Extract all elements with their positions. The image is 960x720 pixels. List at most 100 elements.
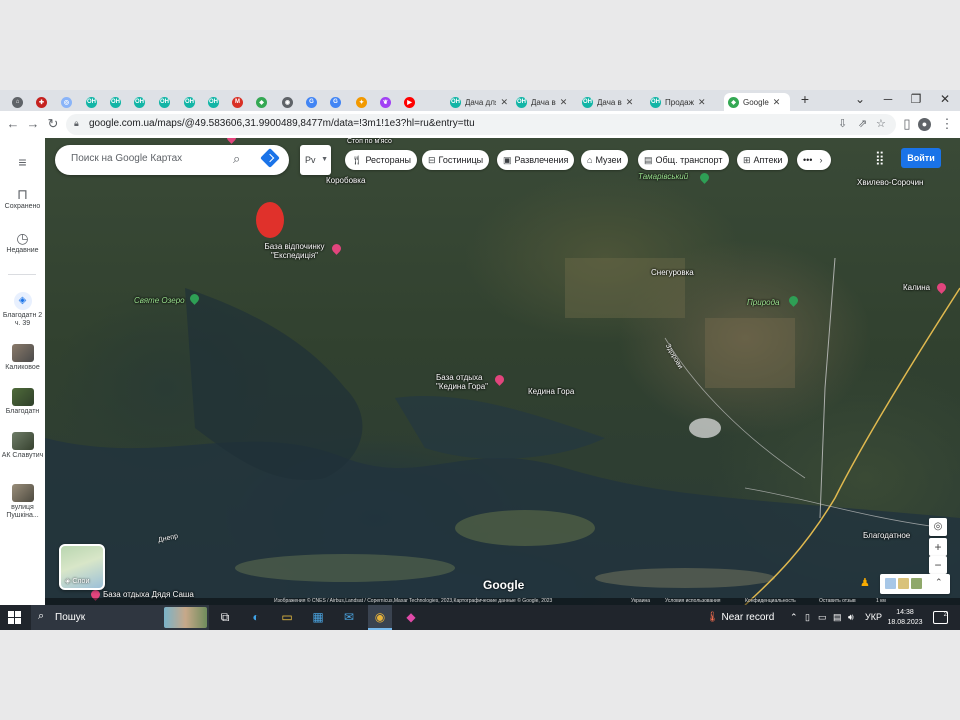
place-label[interactable]: База отдыха "Кедина Гора" — [436, 373, 498, 391]
search-box[interactable]: ⌕ — [55, 145, 289, 175]
chip-more[interactable]: ••• › — [797, 150, 831, 170]
menu-button[interactable]: ≡ — [0, 154, 45, 170]
browser-tab[interactable]: OH — [180, 93, 200, 111]
zoom-out-button[interactable]: − — [929, 556, 947, 574]
browser-tab[interactable]: ✦ — [352, 93, 372, 111]
place-label[interactable]: Благодатное — [863, 531, 910, 540]
network-icon[interactable]: ▤ — [833, 612, 842, 623]
browser-tab[interactable]: ◉ — [278, 93, 298, 111]
browser-tab[interactable]: OH — [155, 93, 175, 111]
sidepanel-icon[interactable]: ▯ — [899, 116, 915, 132]
place-label[interactable]: Снегуровка — [651, 268, 694, 277]
place-label[interactable]: Кедина Гора — [528, 387, 574, 396]
scale-label[interactable]: 1 км — [876, 598, 886, 605]
chrome-menu-icon[interactable]: ⋮ — [939, 116, 955, 132]
route-dropdown[interactable]: Рv ▼ — [300, 145, 331, 175]
place-label[interactable]: Калина — [903, 283, 930, 292]
browser-tab[interactable]: OH Дача в ✕ — [578, 93, 644, 111]
close-tab-icon[interactable]: ✕ — [626, 97, 634, 108]
chip-transit[interactable]: ▤ Общ. транспорт — [638, 150, 729, 170]
close-tab-icon[interactable]: ✕ — [698, 97, 706, 108]
browser-tab[interactable]: OH — [130, 93, 150, 111]
place-label[interactable]: Природа — [747, 298, 779, 307]
weather-widget[interactable]: 🌡︎ Near record — [706, 612, 774, 623]
sidebar-item-recent-place[interactable]: ◈ Благодатн 2 ч. 39 — [0, 292, 45, 328]
browser-tab[interactable]: OH Дача для ✕ — [446, 93, 512, 111]
browser-tab[interactable]: G — [326, 93, 346, 111]
place-label[interactable]: Хвилево-Сорочин — [857, 178, 923, 187]
task-view-icon[interactable]: ⧉ — [213, 605, 237, 630]
chip-hotels[interactable]: ⊟ Гостиницы — [422, 150, 490, 170]
store-icon[interactable]: ▦ — [306, 605, 330, 630]
install-icon[interactable]: ⇩ — [838, 117, 847, 130]
url-text[interactable]: google.com.ua/maps/@49.583606,31.9900489… — [89, 118, 475, 129]
sidebar-item-recent-place[interactable]: Каликовое — [0, 344, 45, 372]
lock-icon[interactable]: 🔒︎ — [74, 118, 79, 129]
browser-tab[interactable]: ◎ — [57, 93, 77, 111]
close-tab-icon[interactable]: ✕ — [773, 97, 781, 108]
imagery-selector[interactable]: ⌃ — [880, 574, 950, 594]
place-label[interactable]: Святе Озеро — [134, 296, 185, 305]
app-drop-icon[interactable]: ◆ — [399, 605, 423, 630]
imagery-tile[interactable] — [898, 578, 909, 589]
chip-restaurants[interactable]: 🍴︎ Рестораны — [345, 150, 418, 170]
browser-tab[interactable]: OH Продаж ✕ — [646, 93, 724, 111]
layers-button[interactable]: ◈ Слои — [59, 544, 105, 590]
omnibox[interactable]: 🔒︎ google.com.ua/maps/@49.583606,31.9900… — [66, 114, 896, 135]
sidebar-item-recent-place[interactable]: АК Славутич — [0, 432, 45, 460]
reload-icon[interactable]: ↻ — [45, 116, 61, 132]
directions-icon[interactable] — [260, 148, 280, 168]
expand-icon[interactable]: ⌃ — [935, 577, 943, 588]
browser-tab[interactable]: ◆ Google ✕ — [724, 93, 790, 111]
login-button[interactable]: Войти — [901, 148, 941, 168]
language-indicator[interactable]: УКР — [865, 612, 882, 622]
forward-icon[interactable]: → — [25, 116, 41, 131]
mail-icon[interactable]: ✉ — [337, 605, 361, 630]
imagery-tile[interactable] — [911, 578, 922, 589]
search-icon[interactable]: ⌕ — [233, 151, 240, 167]
chrome-icon[interactable]: ◉ — [368, 605, 392, 630]
imagery-tile[interactable] — [885, 578, 896, 589]
share-icon[interactable]: ⇗ — [858, 117, 867, 130]
terms-link[interactable]: Условия использования — [665, 598, 721, 605]
new-tab-button[interactable]: + — [795, 91, 815, 107]
minimize-icon[interactable]: ─ — [878, 92, 898, 106]
chip-pharmacies[interactable]: ⊞ Аптеки — [737, 150, 789, 170]
tab-search-chevron-icon[interactable]: ⌄ — [850, 92, 870, 106]
my-location-icon[interactable]: ◎ — [929, 518, 947, 536]
place-label[interactable]: Тамарівський — [638, 172, 688, 181]
browser-tab[interactable]: OH — [106, 93, 126, 111]
tray-device-icon[interactable]: ▯ — [805, 612, 810, 623]
battery-icon[interactable]: ▭ — [818, 612, 827, 623]
place-label[interactable]: Стоп по м'ясо — [347, 138, 392, 146]
pegman-icon[interactable]: ♟ — [860, 576, 870, 589]
browser-tab[interactable]: ▶ — [400, 93, 442, 111]
restore-icon[interactable]: ❐ — [906, 92, 926, 106]
notification-icon[interactable]: 2 — [933, 611, 948, 624]
apps-grid-icon[interactable]: ⣿ — [875, 150, 885, 166]
close-tab-icon[interactable]: ✕ — [500, 97, 508, 108]
feedback-link[interactable]: Оставить отзыв — [819, 598, 856, 605]
country-link[interactable]: Украина — [631, 598, 650, 605]
bookmark-star-icon[interactable]: ☆ — [876, 117, 886, 130]
file-explorer-icon[interactable]: ▭ — [275, 605, 299, 630]
browser-tab[interactable]: ❦ — [376, 93, 396, 111]
volume-icon[interactable]: 🔊︎ — [848, 612, 854, 623]
browser-tab[interactable]: ⌂ — [8, 93, 28, 111]
browser-tab[interactable]: ✚ — [32, 93, 52, 111]
edge-icon[interactable]: ◐ — [244, 605, 268, 630]
sidebar-item-recent-place[interactable]: вулиця Пушкіна... — [0, 484, 45, 520]
windows-start-icon[interactable] — [8, 611, 21, 624]
selected-area-marker[interactable] — [256, 202, 284, 238]
privacy-link[interactable]: Конфиденциальность — [745, 598, 796, 605]
zoom-in-button[interactable]: + — [929, 538, 947, 556]
tray-chevron-icon[interactable]: ⌃ — [790, 612, 798, 623]
browser-tab[interactable]: OH — [82, 93, 102, 111]
place-label[interactable]: Коробовка — [326, 176, 365, 185]
chip-museums[interactable]: ⌂ Музеи — [581, 150, 628, 170]
search-input[interactable] — [69, 152, 223, 165]
sidebar-item-saved[interactable]: ⊓ Сохранено — [0, 186, 45, 211]
browser-tab[interactable]: ◆ — [252, 93, 272, 111]
satellite-map[interactable]: ⌕ Рv ▼ 🍴︎Рестораны ⊟Гостиницы ▣Развлечени… — [45, 138, 960, 605]
profile-avatar[interactable]: ● — [918, 118, 931, 131]
